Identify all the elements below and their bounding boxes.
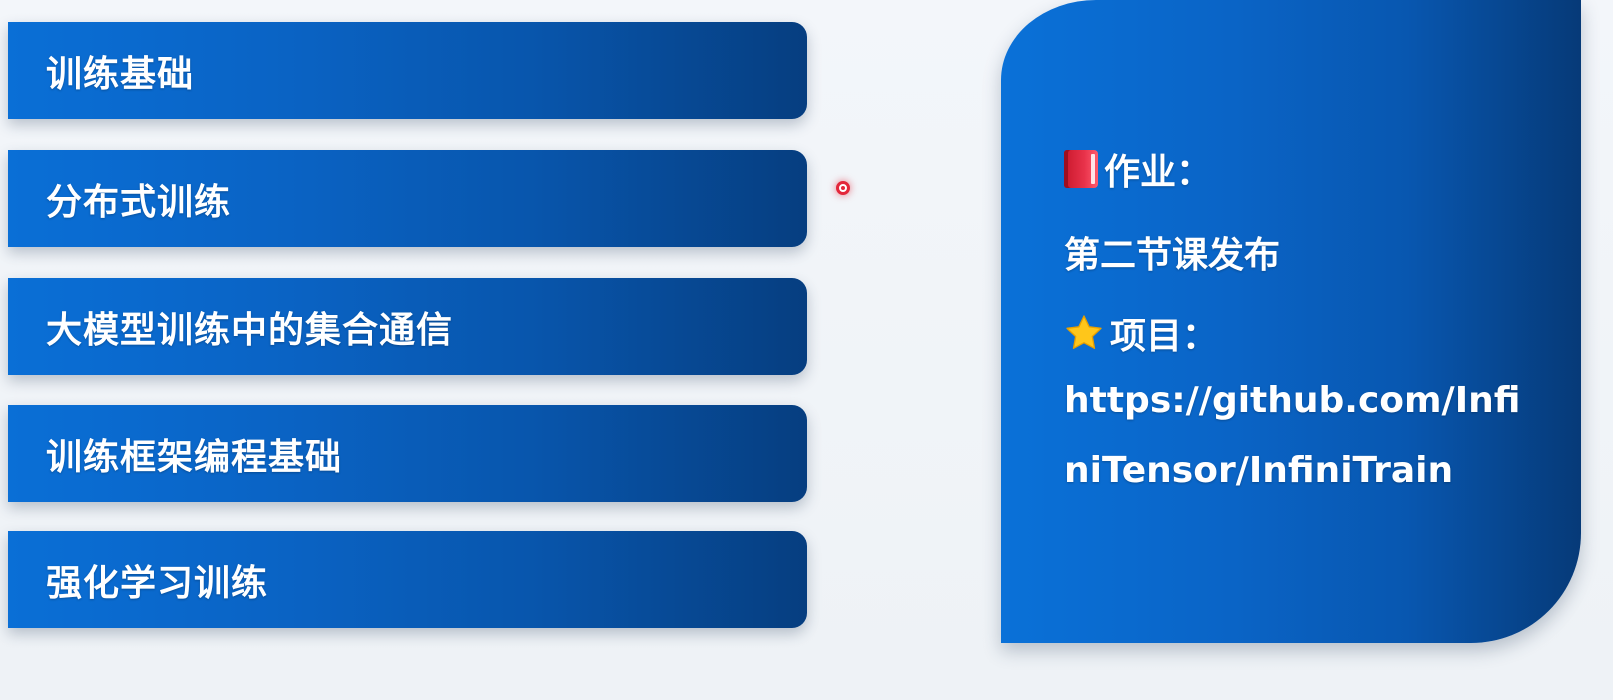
project-url-line2[interactable]: niTensor/InfiniTrain: [1064, 450, 1453, 491]
laser-pointer-dot: [836, 181, 850, 195]
homework-value: 第二节课发布: [1064, 235, 1281, 276]
topic-card-distributed-training[interactable]: 分布式训练: [8, 150, 807, 247]
book-icon: [1064, 150, 1098, 188]
topic-label: 分布式训练: [46, 181, 232, 223]
info-panel: 作业： 第二节课发布 项目： https://github.com/Infi n…: [1001, 0, 1581, 643]
homework-label: 作业：: [1104, 152, 1213, 193]
project-url-line1[interactable]: https://github.com/Infi: [1064, 380, 1520, 421]
topic-card-collective-communication[interactable]: 大模型训练中的集合通信: [8, 278, 807, 375]
topic-card-training-basics[interactable]: 训练基础: [8, 22, 807, 119]
homework-heading: 作业：: [1064, 143, 1212, 195]
topic-label: 强化学习训练: [46, 562, 269, 604]
star-icon: [1066, 315, 1102, 349]
topic-card-framework-programming[interactable]: 训练框架编程基础: [8, 405, 807, 502]
topic-label: 大模型训练中的集合通信: [46, 309, 454, 351]
topic-card-rl-training[interactable]: 强化学习训练: [8, 531, 807, 628]
project-label: 项目：: [1110, 316, 1219, 357]
project-heading: 项目：: [1064, 307, 1218, 359]
topic-list: 训练基础 分布式训练 大模型训练中的集合通信 训练框架编程基础 强化学习训练: [8, 22, 808, 647]
topic-label: 训练基础: [46, 53, 195, 95]
topic-label: 训练框架编程基础: [46, 436, 343, 478]
